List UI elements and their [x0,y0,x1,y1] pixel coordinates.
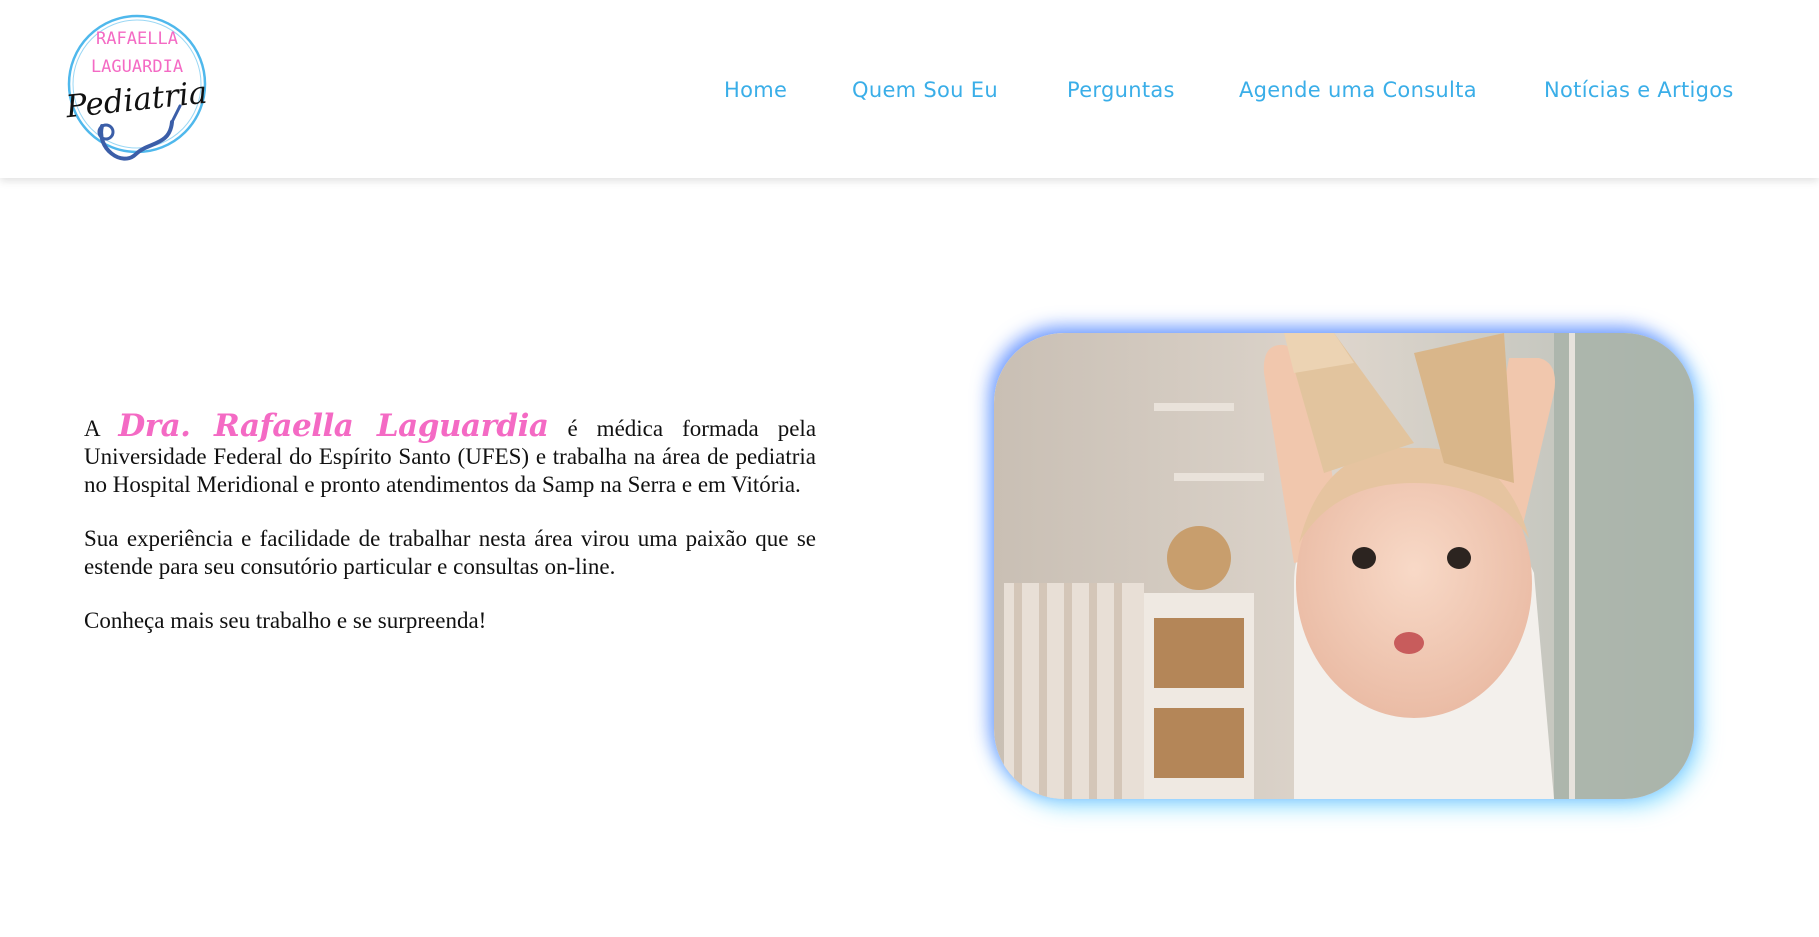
nav-quem-sou-eu[interactable]: Quem Sou Eu [852,78,998,102]
baby-photo-illustration [994,333,1694,799]
intro-prefix: A [84,416,100,441]
intro-paragraph-2: Sua experiência e facilidade de trabalha… [84,526,816,579]
nav-agende-consulta[interactable]: Agende uma Consulta [1239,78,1477,102]
intro-paragraph-1: A Dra. Rafaella Laguardia é médica forma… [84,411,816,499]
site-header: RAFAELLA LAGUARDIA Pediatria Home Quem S… [0,0,1819,178]
hero-photo [994,333,1694,799]
logo-line-1: RAFAELLA [96,29,178,49]
intro-text: A Dra. Rafaella Laguardia é médica forma… [84,411,816,661]
logo-line-2: LAGUARDIA [91,57,183,77]
nav-perguntas[interactable]: Perguntas [1067,78,1175,102]
main-nav: Home Quem Sou Eu Perguntas Agende uma Co… [0,78,1819,102]
intro-paragraph-3: Conheça mais seu trabalho e se surpreend… [84,608,487,633]
nav-noticias-artigos[interactable]: Notícias e Artigos [1544,78,1734,102]
doctor-name: Dra. Rafaella Laguardia [118,408,549,444]
nav-home[interactable]: Home [724,78,787,102]
